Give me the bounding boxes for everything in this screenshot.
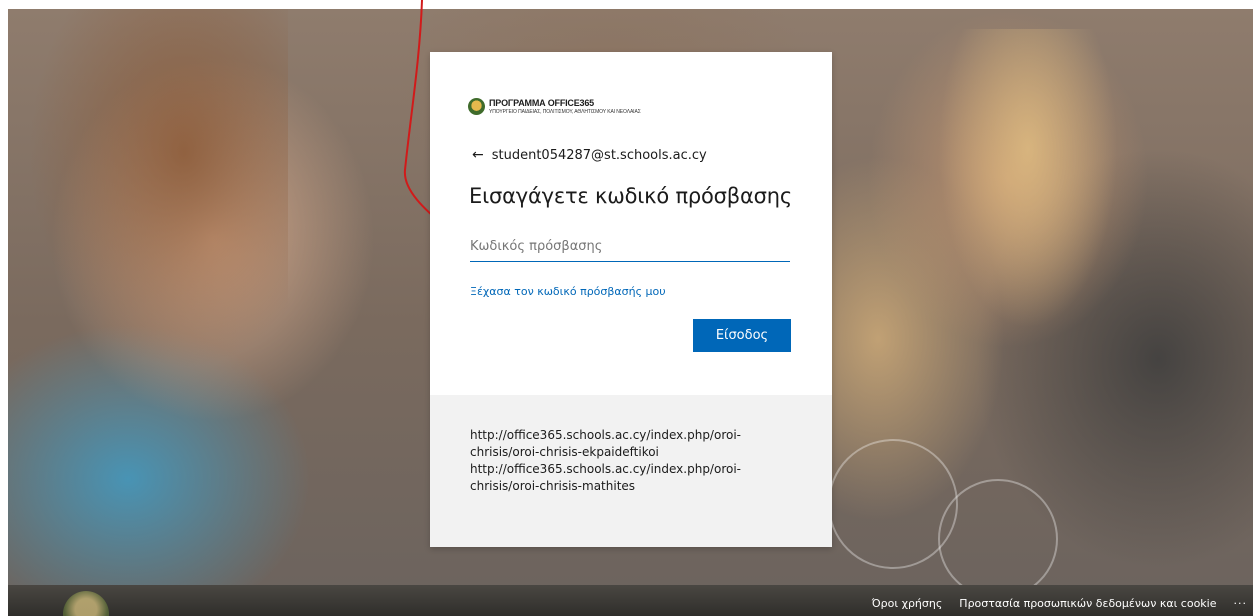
more-options-icon[interactable]: ··· bbox=[1234, 597, 1248, 610]
page-title: Εισαγάγετε κωδικό πρόσβασης bbox=[469, 184, 792, 208]
terms-link-students: http://office365.schools.ac.cy/index.php… bbox=[470, 462, 741, 493]
forgot-password-link[interactable]: Ξέχασα τον κωδικό πρόσβασής μου bbox=[470, 285, 666, 298]
brand-subtitle: ΥΠΟΥΡΓΕΙΟ ΠΑΙΔΕΙΑΣ, ΠΟΛΙΤΙΣΜΟΥ, ΑΘΛΗΤΙΣΜ… bbox=[489, 108, 641, 115]
background-figure-right bbox=[938, 29, 1118, 329]
cyprus-emblem-icon bbox=[468, 98, 485, 115]
back-arrow-icon[interactable]: ← bbox=[472, 147, 484, 163]
footer-bar: Όροι χρήσης Προστασία προσωπικών δεδομέν… bbox=[8, 585, 1253, 616]
account-identity[interactable]: ← student054287@st.schools.ac.cy bbox=[472, 147, 707, 163]
terms-of-use-link[interactable]: Όροι χρήσης bbox=[872, 597, 943, 610]
cloud-decoration bbox=[938, 479, 1058, 585]
footer-emblem-icon bbox=[63, 591, 109, 616]
login-form: ΠΡΟΓΡΑΜΜΑ OFFICE365 ΥΠΟΥΡΓΕΙΟ ΠΑΙΔΕΙΑΣ, … bbox=[430, 52, 832, 395]
footer-links: Όροι χρήσης Προστασία προσωπικών δεδομέν… bbox=[872, 597, 1253, 610]
account-email: student054287@st.schools.ac.cy bbox=[491, 147, 707, 163]
background-figure-left bbox=[28, 9, 288, 369]
brand-logo: ΠΡΟΓΡΑΜΜΑ OFFICE365 ΥΠΟΥΡΓΕΙΟ ΠΑΙΔΕΙΑΣ, … bbox=[468, 98, 641, 115]
terms-notice: http://office365.schools.ac.cy/index.php… bbox=[430, 395, 832, 547]
login-card: ΠΡΟΓΡΑΜΜΑ OFFICE365 ΥΠΟΥΡΓΕΙΟ ΠΑΙΔΕΙΑΣ, … bbox=[430, 52, 832, 547]
privacy-cookies-link[interactable]: Προστασία προσωπικών δεδομένων και cooki… bbox=[959, 597, 1216, 610]
password-input[interactable] bbox=[470, 232, 790, 262]
brand-title: ΠΡΟΓΡΑΜΜΑ OFFICE365 bbox=[489, 97, 594, 108]
signin-button[interactable]: Είσοδος bbox=[693, 319, 791, 352]
terms-link-teachers: http://office365.schools.ac.cy/index.php… bbox=[470, 428, 741, 459]
